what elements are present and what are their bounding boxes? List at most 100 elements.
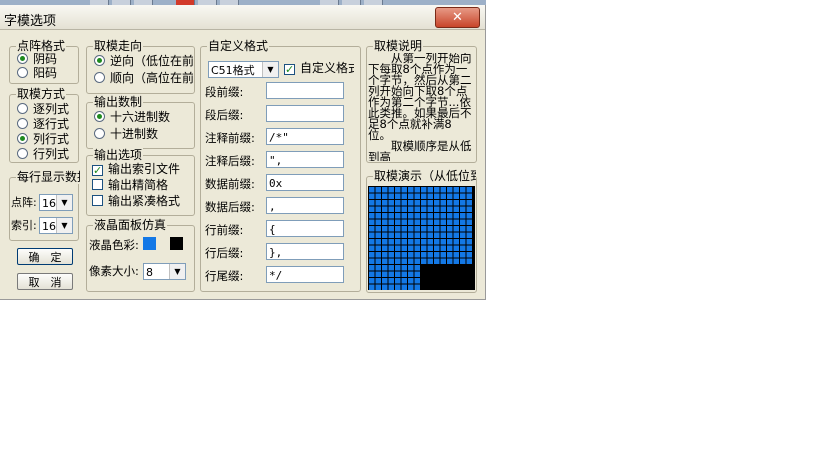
demo-pixel bbox=[447, 200, 453, 206]
demo-pixel bbox=[453, 226, 459, 232]
chevron-down-icon: ▼ bbox=[262, 62, 278, 77]
group-title: 取模说明 bbox=[373, 39, 424, 53]
demo-pixel bbox=[382, 219, 388, 225]
demo-pixel bbox=[375, 213, 381, 219]
demo-pixel bbox=[408, 271, 414, 277]
radio-decimal[interactable]: 十进制数 bbox=[94, 127, 158, 141]
demo-pixel bbox=[395, 245, 401, 251]
segment-prefix-input[interactable] bbox=[266, 82, 344, 99]
demo-pixel bbox=[447, 239, 453, 245]
demo-pixel bbox=[388, 193, 394, 199]
check-tight[interactable]: 输出紧凑格式 bbox=[92, 194, 192, 208]
demo-pixel bbox=[375, 193, 381, 199]
demo-pixel bbox=[427, 187, 433, 193]
demo-pixel bbox=[408, 258, 414, 264]
radio-icon bbox=[17, 53, 28, 64]
data-prefix-input[interactable]: 0x bbox=[266, 174, 344, 191]
demo-pixel bbox=[460, 226, 466, 232]
demo-pixel bbox=[414, 226, 420, 232]
option-label: 输出索引文件 bbox=[108, 162, 181, 176]
demo-pixel bbox=[421, 213, 427, 219]
comment-prefix-input[interactable]: /*" bbox=[266, 128, 344, 145]
demo-pixel bbox=[375, 278, 381, 284]
checkbox-checked-icon: ✓ bbox=[92, 164, 103, 176]
radio-forward[interactable]: 顺向（高位在前 bbox=[94, 71, 193, 85]
line-prefix-input[interactable]: { bbox=[266, 220, 344, 237]
demo-pixel bbox=[427, 252, 433, 258]
demo-pixel bbox=[414, 245, 420, 251]
demo-pixel bbox=[466, 206, 472, 212]
close-button[interactable]: ✕ bbox=[435, 7, 480, 28]
segment-suffix-input[interactable] bbox=[266, 105, 344, 122]
ok-button[interactable]: 确 定 bbox=[17, 248, 73, 265]
custom-format-check[interactable]: ✓ 自定义格式 bbox=[284, 61, 354, 75]
demo-pixel bbox=[408, 226, 414, 232]
demo-pixel bbox=[447, 252, 453, 258]
demo-pixel bbox=[401, 245, 407, 251]
demo-pixel bbox=[388, 271, 394, 277]
demo-pixel bbox=[434, 239, 440, 245]
check-index-file[interactable]: ✓ 输出索引文件 bbox=[92, 162, 192, 176]
demo-pixel bbox=[414, 219, 420, 225]
line-end-input[interactable]: */ bbox=[266, 266, 344, 283]
demo-pixel bbox=[447, 193, 453, 199]
demo-pixel bbox=[453, 193, 459, 199]
demo-pixel bbox=[414, 206, 420, 212]
demo-pixel bbox=[466, 252, 472, 258]
demo-pixel bbox=[375, 206, 381, 212]
demo-pixel bbox=[447, 219, 453, 225]
demo-pixel bbox=[466, 258, 472, 264]
demo-pixel bbox=[440, 258, 446, 264]
radio-negative[interactable]: 阴码 bbox=[17, 52, 57, 66]
radio-icon bbox=[17, 148, 28, 159]
cancel-button[interactable]: 取 消 bbox=[17, 273, 73, 290]
demo-pixel bbox=[447, 245, 453, 251]
lcd-bg-color-swatch[interactable] bbox=[170, 237, 183, 250]
demo-pixel bbox=[466, 245, 472, 251]
pixel-size-select[interactable]: 8 ▼ bbox=[143, 263, 186, 280]
radio-column-row[interactable]: 列行式 bbox=[17, 132, 69, 146]
radio-hex[interactable]: 十六进制数 bbox=[94, 110, 170, 124]
demo-pixel bbox=[375, 226, 381, 232]
demo-pixel bbox=[395, 187, 401, 193]
radio-row-wise[interactable]: 逐行式 bbox=[17, 117, 69, 131]
scan-description-text: 从第一列开始向下每取8个点作为一个字节，然后从第二列开始向下取8个点作为第二个字… bbox=[368, 53, 472, 161]
demo-pixel bbox=[440, 226, 446, 232]
radio-row-column[interactable]: 行列式 bbox=[17, 147, 69, 161]
demo-pixel bbox=[421, 226, 427, 232]
demo-pixel bbox=[466, 232, 472, 238]
comment-suffix-input[interactable]: ", bbox=[266, 151, 344, 168]
option-label: 逆向（低位在前 bbox=[110, 54, 193, 68]
demo-pixel bbox=[395, 265, 401, 271]
line-end-label: 行尾缀: bbox=[205, 269, 244, 283]
demo-pixel bbox=[382, 278, 388, 284]
demo-pixel bbox=[401, 187, 407, 193]
demo-pixel bbox=[395, 232, 401, 238]
demo-pixel bbox=[369, 258, 375, 264]
lcd-fg-color-swatch[interactable] bbox=[143, 237, 156, 250]
demo-pixel bbox=[414, 213, 420, 219]
index-select[interactable]: 16 ▼ bbox=[39, 217, 73, 234]
select-value: 8 bbox=[146, 266, 153, 279]
demo-pixel bbox=[375, 200, 381, 206]
demo-pixel bbox=[460, 219, 466, 225]
line-suffix-input[interactable]: }, bbox=[266, 243, 344, 260]
demo-pixel bbox=[460, 200, 466, 206]
radio-column-wise[interactable]: 逐列式 bbox=[17, 102, 69, 116]
check-compact[interactable]: 输出精简格 bbox=[92, 178, 192, 192]
option-label: 十进制数 bbox=[110, 127, 159, 141]
demo-pixel bbox=[414, 258, 420, 264]
group-title: 输出数制 bbox=[93, 95, 144, 109]
options-dialog: 字模选项 ✕ 点阵格式 阴码 阳码 取模方式 逐列式 逐行式 列行式 行列式 每… bbox=[0, 5, 486, 300]
demo-pixel bbox=[460, 245, 466, 251]
demo-pixel bbox=[395, 219, 401, 225]
dots-select[interactable]: 16 ▼ bbox=[39, 194, 73, 211]
data-suffix-input[interactable]: , bbox=[266, 197, 344, 214]
radio-reverse[interactable]: 逆向（低位在前 bbox=[94, 54, 193, 68]
format-select[interactable]: C51格式 ▼ bbox=[208, 61, 279, 78]
demo-pixel bbox=[369, 271, 375, 277]
group-title: 取模方式 bbox=[16, 87, 67, 101]
demo-pixel bbox=[414, 265, 420, 271]
option-label: 阳码 bbox=[33, 66, 58, 80]
radio-positive[interactable]: 阳码 bbox=[17, 66, 57, 80]
